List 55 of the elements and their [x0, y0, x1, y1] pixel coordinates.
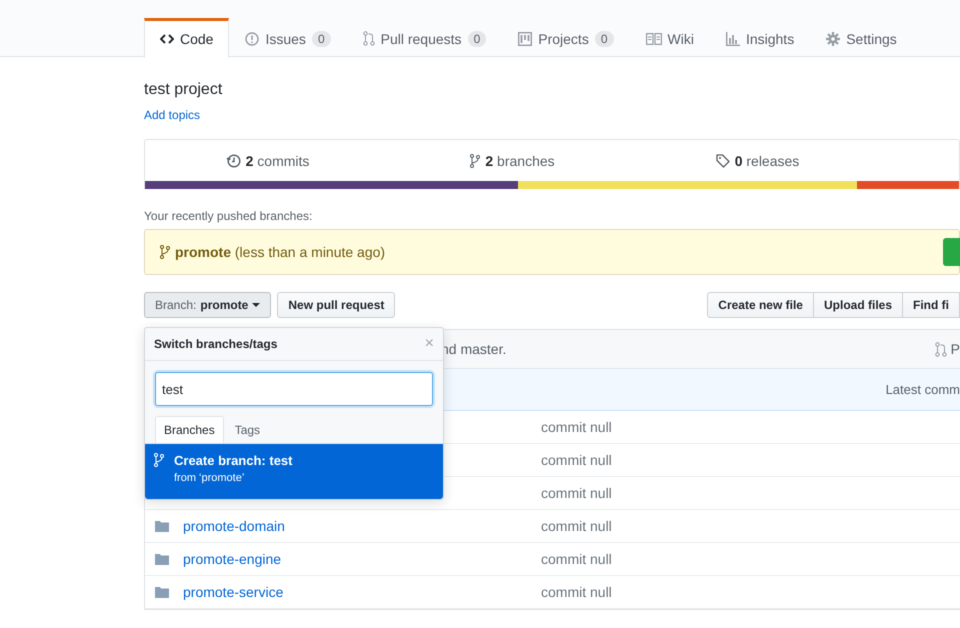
latest-commit-text: Latest comm: [886, 382, 960, 397]
repo-tab[interactable]: Issues 0: [229, 18, 347, 57]
folder-icon: [155, 586, 169, 598]
commit-message[interactable]: commit null: [541, 452, 612, 468]
bar-graph-icon: [726, 32, 740, 46]
add-topics-link[interactable]: Add topics: [144, 108, 200, 122]
branches-count[interactable]: 2 branches: [485, 152, 555, 168]
repo-tab[interactable]: Projects 0: [502, 18, 630, 57]
releases-count[interactable]: 0 releases: [734, 152, 800, 168]
branch-filter-field[interactable]: test: [155, 372, 433, 406]
folder-link[interactable]: promote-domain: [183, 518, 285, 534]
counter: 0: [594, 30, 614, 46]
repo-tab[interactable]: Wiki: [630, 18, 710, 57]
branch-menu-title: Switch branches/tags: [154, 337, 278, 351]
folder-icon: [155, 553, 169, 565]
branch-icon: [154, 453, 164, 467]
commits-count[interactable]: 2 commits: [246, 152, 310, 168]
repo-tab[interactable]: Settings: [810, 18, 913, 57]
branch-icon: [160, 245, 170, 259]
folder-link[interactable]: promote-service: [183, 584, 284, 600]
branch-select-button[interactable]: Branch: promote: [144, 292, 272, 318]
recent-push-text: promote (less than a minute ago): [175, 244, 386, 260]
history-icon: [226, 154, 241, 168]
issue-icon: [245, 32, 260, 46]
project-board-icon: [518, 32, 532, 46]
file-action-button[interactable]: Find fi: [902, 292, 960, 318]
tag-icon: [716, 154, 730, 168]
repo-tab[interactable]: Insights: [710, 18, 810, 57]
file-action-button[interactable]: Upload files: [812, 292, 903, 318]
pull-request-icon: [934, 342, 947, 356]
book-icon: [646, 32, 662, 44]
file-action-button[interactable]: Create new file: [707, 292, 814, 318]
folder-icon: [155, 520, 169, 532]
counter: 0: [312, 30, 331, 46]
branch-icon: [470, 154, 480, 168]
folder-link[interactable]: promote-engine: [183, 551, 282, 567]
commit-message[interactable]: commit null: [541, 584, 612, 600]
create-branch-item[interactable]: Create branch: test from ‘promote’: [145, 444, 443, 499]
code-icon: [160, 33, 174, 45]
commit-message[interactable]: commit null: [541, 551, 612, 567]
commit-message[interactable]: commit null: [541, 485, 612, 501]
commit-message[interactable]: commit null: [541, 419, 612, 435]
commit-message[interactable]: commit null: [541, 518, 612, 534]
repo-tab[interactable]: Pull requests 0: [346, 18, 502, 57]
pull-request-icon: [362, 31, 375, 46]
recent-pushes-heading: Your recently pushed branches:: [144, 209, 314, 223]
counter: 0: [468, 30, 486, 46]
branch-menu-tab[interactable]: Branches: [155, 416, 224, 443]
new-pull-request-button[interactable]: New pull request: [277, 292, 396, 318]
compare-button[interactable]: [943, 238, 960, 266]
repo-description: test project: [144, 81, 224, 100]
pull-request-link[interactable]: P: [950, 341, 960, 357]
repo-tab[interactable]: Code: [144, 18, 230, 58]
branch-menu-tab[interactable]: Tags: [226, 416, 270, 443]
gear-icon: [826, 32, 840, 46]
